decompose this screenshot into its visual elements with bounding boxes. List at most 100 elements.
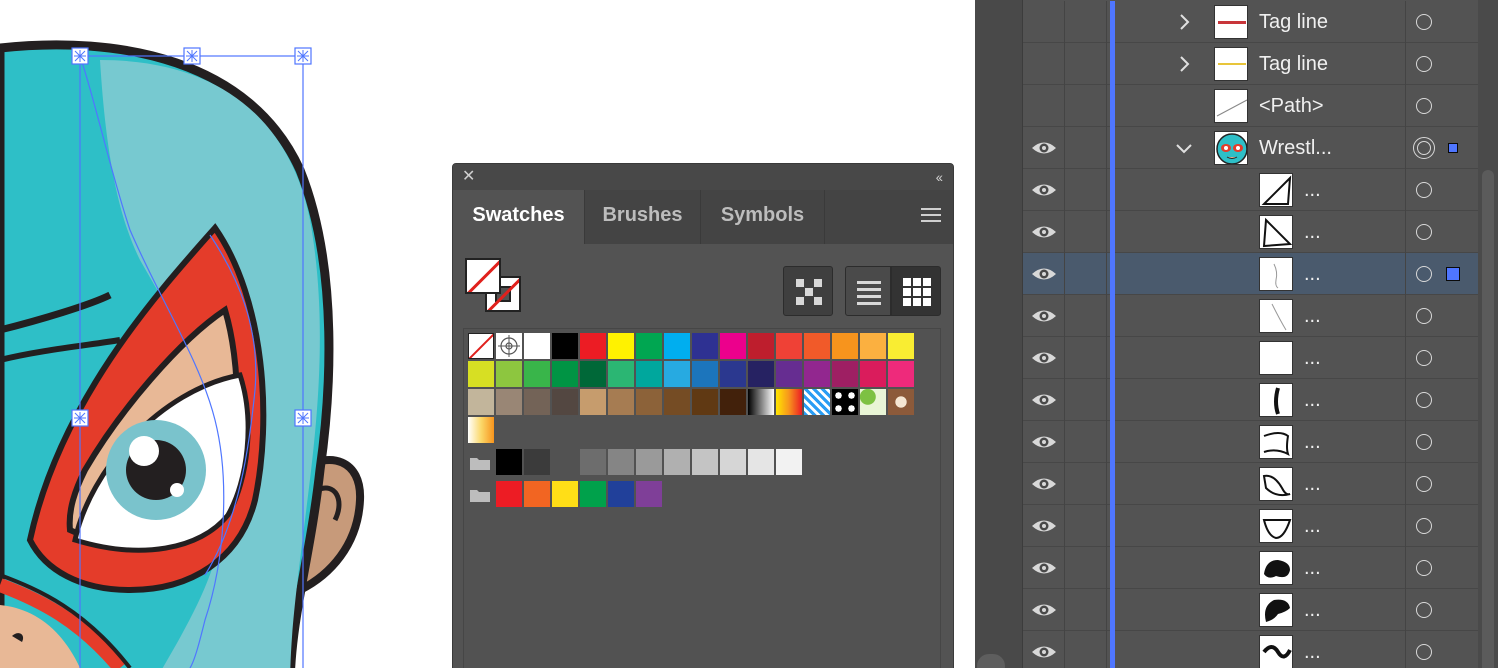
swatch[interactable] xyxy=(888,389,914,415)
swatch[interactable] xyxy=(580,389,606,415)
swatch[interactable] xyxy=(664,361,690,387)
target-icon[interactable] xyxy=(1416,266,1432,282)
target-icon[interactable] xyxy=(1416,56,1432,72)
swatch[interactable] xyxy=(804,361,830,387)
lock-toggle[interactable] xyxy=(1065,589,1107,631)
folder-icon[interactable] xyxy=(469,455,491,471)
layer-name[interactable]: ... xyxy=(1304,515,1321,538)
visibility-toggle[interactable] xyxy=(1023,43,1065,85)
group-swatch[interactable] xyxy=(580,449,606,475)
layer-name[interactable]: ... xyxy=(1304,221,1321,244)
lock-toggle[interactable] xyxy=(1065,463,1107,505)
swatch[interactable] xyxy=(524,333,550,359)
swatch[interactable] xyxy=(720,389,746,415)
visibility-toggle[interactable] xyxy=(1023,589,1065,631)
target-icon[interactable] xyxy=(1416,644,1432,660)
layer-name[interactable]: ... xyxy=(1304,263,1321,286)
lock-toggle[interactable] xyxy=(1065,505,1107,547)
swatch[interactable] xyxy=(888,333,914,359)
visibility-toggle[interactable] xyxy=(1023,463,1065,505)
group-swatch[interactable] xyxy=(496,481,522,507)
target-icon[interactable] xyxy=(1416,434,1432,450)
swatch[interactable] xyxy=(636,333,662,359)
double-chevron-left-icon[interactable]: ‹‹ xyxy=(936,167,943,187)
layer-row[interactable]: ... xyxy=(1023,631,1478,668)
close-icon[interactable]: ✕ xyxy=(462,167,475,187)
layer-row[interactable]: ... xyxy=(1023,589,1478,631)
layer-name[interactable]: Wrestl... xyxy=(1259,137,1332,160)
lock-toggle[interactable] xyxy=(1065,295,1107,337)
lock-toggle[interactable] xyxy=(1065,337,1107,379)
swatch[interactable] xyxy=(860,389,886,415)
group-swatch[interactable] xyxy=(664,449,690,475)
gutter-scroll-handle[interactable] xyxy=(977,654,1005,668)
visibility-toggle[interactable] xyxy=(1023,505,1065,547)
layer-name[interactable]: ... xyxy=(1304,599,1321,622)
swatch[interactable] xyxy=(636,361,662,387)
layer-name[interactable]: ... xyxy=(1304,473,1321,496)
swatch[interactable] xyxy=(608,361,634,387)
group-swatch[interactable] xyxy=(692,449,718,475)
swatch[interactable] xyxy=(888,361,914,387)
swatch[interactable] xyxy=(468,389,494,415)
target-icon[interactable] xyxy=(1416,518,1432,534)
swatch[interactable] xyxy=(692,333,718,359)
swatch[interactable] xyxy=(832,333,858,359)
swatch[interactable] xyxy=(860,361,886,387)
lock-toggle[interactable] xyxy=(1065,253,1107,295)
tab-symbols[interactable]: Symbols xyxy=(701,190,825,244)
target-icon[interactable] xyxy=(1416,392,1432,408)
lock-toggle[interactable] xyxy=(1065,169,1107,211)
layer-name[interactable]: ... xyxy=(1304,641,1321,664)
panel-titlebar[interactable]: ✕ ‹‹ xyxy=(453,164,953,190)
visibility-toggle[interactable] xyxy=(1023,547,1065,589)
swatch[interactable] xyxy=(720,333,746,359)
swatch[interactable] xyxy=(804,389,830,415)
expand-toggle[interactable] xyxy=(1174,12,1194,32)
swatch[interactable] xyxy=(776,333,802,359)
swatch[interactable] xyxy=(552,361,578,387)
swatch[interactable] xyxy=(748,333,774,359)
target-icon[interactable] xyxy=(1416,98,1432,114)
swatch[interactable] xyxy=(524,361,550,387)
swatch[interactable] xyxy=(832,389,858,415)
panel-menu-icon[interactable] xyxy=(921,208,941,226)
target-icon[interactable] xyxy=(1416,350,1432,366)
group-swatch[interactable] xyxy=(496,449,522,475)
group-swatch[interactable] xyxy=(608,481,634,507)
lock-toggle[interactable] xyxy=(1065,211,1107,253)
visibility-toggle[interactable] xyxy=(1023,295,1065,337)
visibility-toggle[interactable] xyxy=(1023,169,1065,211)
layer-row[interactable]: Tag line xyxy=(1023,1,1478,43)
grid-view-button[interactable] xyxy=(891,266,941,316)
group-swatch[interactable] xyxy=(608,449,634,475)
layer-row[interactable]: ... xyxy=(1023,211,1478,253)
swatch[interactable] xyxy=(468,417,494,443)
target-icon[interactable] xyxy=(1413,137,1435,159)
group-swatch[interactable] xyxy=(524,449,550,475)
group-swatch[interactable] xyxy=(636,481,662,507)
target-icon[interactable] xyxy=(1416,182,1432,198)
swatch[interactable] xyxy=(496,389,522,415)
lock-toggle[interactable] xyxy=(1065,421,1107,463)
swatch[interactable] xyxy=(832,361,858,387)
layer-row[interactable]: ... xyxy=(1023,421,1478,463)
swatch[interactable] xyxy=(608,333,634,359)
layer-row[interactable]: ... xyxy=(1023,505,1478,547)
layer-name[interactable]: ... xyxy=(1304,305,1321,328)
layer-name[interactable]: ... xyxy=(1304,431,1321,454)
layer-name[interactable]: Tag line xyxy=(1259,11,1328,34)
group-swatch[interactable] xyxy=(580,481,606,507)
swatch[interactable] xyxy=(664,333,690,359)
swatch[interactable] xyxy=(580,333,606,359)
swatch[interactable] xyxy=(804,333,830,359)
target-icon[interactable] xyxy=(1416,224,1432,240)
visibility-toggle[interactable] xyxy=(1023,127,1065,169)
collapse-toggle[interactable] xyxy=(1174,138,1194,158)
lock-toggle[interactable] xyxy=(1065,1,1107,43)
visibility-toggle[interactable] xyxy=(1023,631,1065,668)
visibility-toggle[interactable] xyxy=(1023,253,1065,295)
group-swatch[interactable] xyxy=(748,449,774,475)
swatch[interactable] xyxy=(496,361,522,387)
lock-toggle[interactable] xyxy=(1065,43,1107,85)
